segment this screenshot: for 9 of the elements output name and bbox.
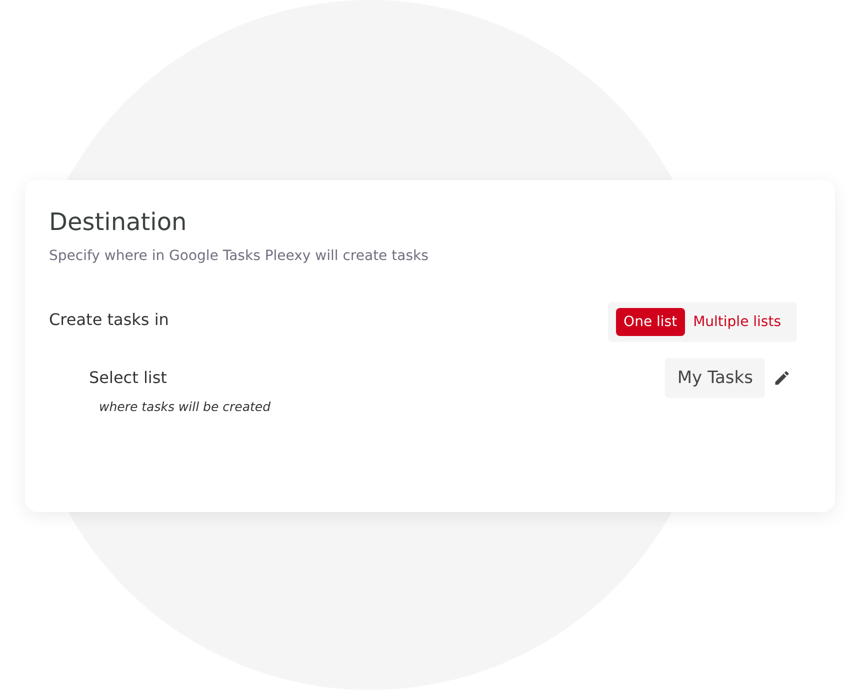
pencil-icon[interactable] — [773, 369, 791, 387]
option-tab[interactable]: Multiple lists — [685, 308, 789, 336]
setting-hint: where tasks will be created — [98, 399, 271, 414]
section-title: Destination — [49, 208, 188, 236]
setting-label: Create tasks in — [49, 310, 169, 329]
section-description: Specify where in Google Tasks Pleexy will create tasks — [49, 248, 430, 264]
setting-label: Select list — [89, 368, 168, 387]
option-tab[interactable]: One list — [616, 308, 686, 336]
list-selector[interactable]: My Tasks — [665, 358, 765, 398]
